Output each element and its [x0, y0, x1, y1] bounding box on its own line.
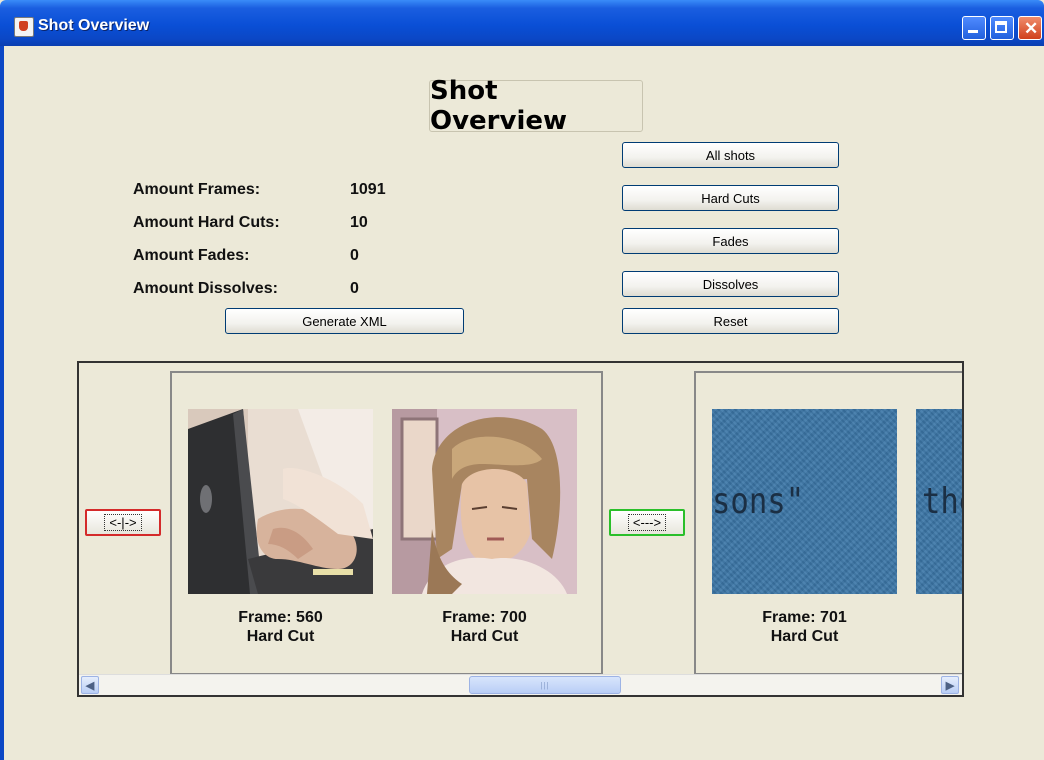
page-title: Shot Overview: [430, 76, 568, 136]
stat-label-fades: Amount Fades:: [133, 247, 250, 264]
grip-icon: |||: [540, 680, 550, 690]
minimize-button[interactable]: [962, 16, 986, 40]
scrollbar-thumb[interactable]: |||: [469, 676, 621, 694]
window-frame-left: [0, 46, 4, 760]
shot-panel: sons" Frame: 701 Hard Cut the: [694, 371, 962, 675]
shot-caption: Frame: 701 Hard Cut: [712, 608, 897, 646]
stat-value-frames: 1091: [350, 181, 386, 198]
dissolves-button[interactable]: Dissolves: [622, 271, 839, 297]
cut-type: Hard Cut: [246, 628, 315, 645]
stat-value-hard-cuts: 10: [350, 214, 368, 231]
fades-button[interactable]: Fades: [622, 228, 839, 254]
chevron-right-icon: ▶: [945, 679, 955, 692]
transition-marker-label: <--->: [627, 514, 667, 531]
shot-panel: Frame: 560 Hard Cut Frame: 700 Hard Cut: [170, 371, 603, 675]
frame-number: Frame: 700: [442, 609, 527, 626]
window-title: Shot Overview: [38, 17, 150, 34]
shot-viewer: <-|-> Frame: 560 Hard Cut Frame: 700 Har…: [77, 361, 964, 697]
stat-label-dissolves: Amount Dissolves:: [133, 280, 278, 297]
reset-button[interactable]: Reset: [622, 308, 839, 334]
scroll-right-button[interactable]: ▶: [941, 676, 959, 694]
shot-thumbnail[interactable]: [188, 409, 373, 594]
cut-marker-label: <-|->: [104, 514, 142, 531]
heading-box: Shot Overview: [429, 76, 643, 136]
maximize-button[interactable]: [990, 16, 1014, 40]
shot-thumbnail[interactable]: [392, 409, 577, 594]
minimize-icon: [968, 30, 978, 33]
stat-value-fades: 0: [350, 247, 359, 264]
stat-value-dissolves: 0: [350, 280, 359, 297]
close-button[interactable]: ✕: [1018, 16, 1042, 40]
thumbnail-text: the: [922, 481, 962, 522]
cut-type: Hard Cut: [450, 628, 519, 645]
stat-label-hard-cuts: Amount Hard Cuts:: [133, 214, 280, 231]
frame-number: Frame: 701: [762, 609, 847, 626]
maximize-icon: [995, 21, 1007, 33]
transition-marker-button[interactable]: <--->: [609, 509, 685, 536]
hard-cuts-button[interactable]: Hard Cuts: [622, 185, 839, 211]
close-icon: ✕: [1024, 19, 1039, 38]
generate-xml-button[interactable]: Generate XML: [225, 308, 464, 334]
shot-thumbnail[interactable]: sons": [712, 409, 897, 594]
cut-marker-button[interactable]: <-|->: [85, 509, 161, 536]
title-bar: Shot Overview ✕: [0, 0, 1044, 46]
cut-type: Hard Cut: [770, 628, 839, 645]
java-app-icon: [14, 17, 34, 37]
chevron-left-icon: ◀: [85, 679, 95, 692]
shot-thumbnail[interactable]: the: [916, 409, 962, 594]
thumbnail-text: sons": [712, 481, 805, 522]
all-shots-button[interactable]: All shots: [622, 142, 839, 168]
shot-caption: Frame: 700 Hard Cut: [392, 608, 577, 646]
scroll-left-button[interactable]: ◀: [81, 676, 99, 694]
horizontal-scrollbar[interactable]: ◀ ||| ▶: [79, 674, 962, 695]
shot-caption: Frame: 560 Hard Cut: [188, 608, 373, 646]
frame-number: Frame: 560: [238, 609, 323, 626]
stat-label-frames: Amount Frames:: [133, 181, 261, 198]
